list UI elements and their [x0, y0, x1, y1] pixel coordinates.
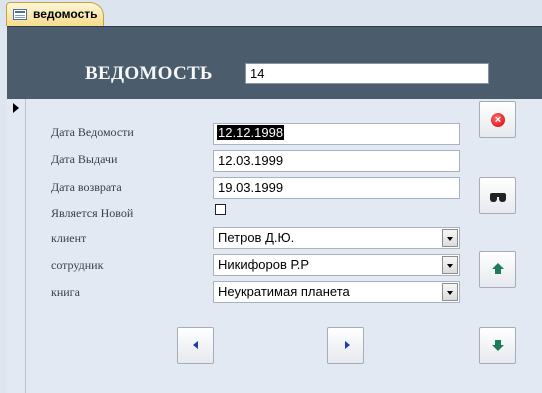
client-label: клиент [51, 231, 87, 245]
return-date-field[interactable]: 19.03.1999 [213, 177, 460, 199]
previous-record-button[interactable] [177, 327, 214, 364]
statement-date-field[interactable]: 12.12.1998 [213, 123, 460, 145]
next-record-button[interactable] [327, 327, 364, 364]
arrow-down-icon [492, 340, 504, 352]
record-selector[interactable] [7, 99, 26, 393]
client-combo[interactable]: Петров Д.Ю. [213, 227, 460, 249]
chevron-down-icon[interactable] [442, 256, 458, 274]
form-title: ВЕДОМОСТЬ [85, 63, 213, 84]
arrow-up-icon [492, 263, 504, 275]
employee-value: Никифоров Р.Р [218, 257, 309, 272]
document-tab-strip: ведомость [0, 0, 542, 26]
chevron-down-icon[interactable] [442, 229, 458, 247]
employee-combo[interactable]: Никифоров Р.Р [213, 254, 460, 276]
form-header: ВЕДОМОСТЬ 14 [7, 26, 542, 99]
arrow-right-icon [345, 341, 350, 349]
arrow-left-icon [193, 341, 198, 349]
return-date-label: Дата возврата [51, 180, 122, 194]
chevron-down-icon[interactable] [442, 283, 458, 301]
book-combo[interactable]: Неукратимая планета [213, 281, 460, 303]
form-tab-label: ведомость [33, 7, 98, 21]
form-icon [13, 9, 27, 20]
move-up-button[interactable] [479, 251, 516, 288]
issue-date-field[interactable]: 12.03.1999 [213, 150, 460, 172]
find-button[interactable] [479, 177, 516, 214]
book-value: Неукратимая планета [218, 284, 350, 299]
form-tab[interactable]: ведомость [6, 2, 104, 26]
employee-label: сотрудник [51, 258, 104, 272]
issue-date-label: Дата Выдачи [51, 152, 118, 166]
book-label: книга [51, 285, 80, 299]
move-down-button[interactable] [479, 327, 516, 364]
record-id-field[interactable]: 14 [245, 63, 489, 84]
statement-date-value: 12.12.1998 [217, 125, 285, 140]
client-value: Петров Д.Ю. [218, 230, 295, 245]
binoculars-icon [489, 191, 507, 203]
is-new-checkbox[interactable] [215, 204, 226, 215]
current-record-icon [13, 103, 19, 113]
is-new-label: Является Новой [51, 206, 134, 220]
statement-date-label: Дата Ведомости [51, 125, 134, 139]
close-button[interactable]: × [479, 101, 516, 138]
close-icon: × [491, 113, 505, 127]
